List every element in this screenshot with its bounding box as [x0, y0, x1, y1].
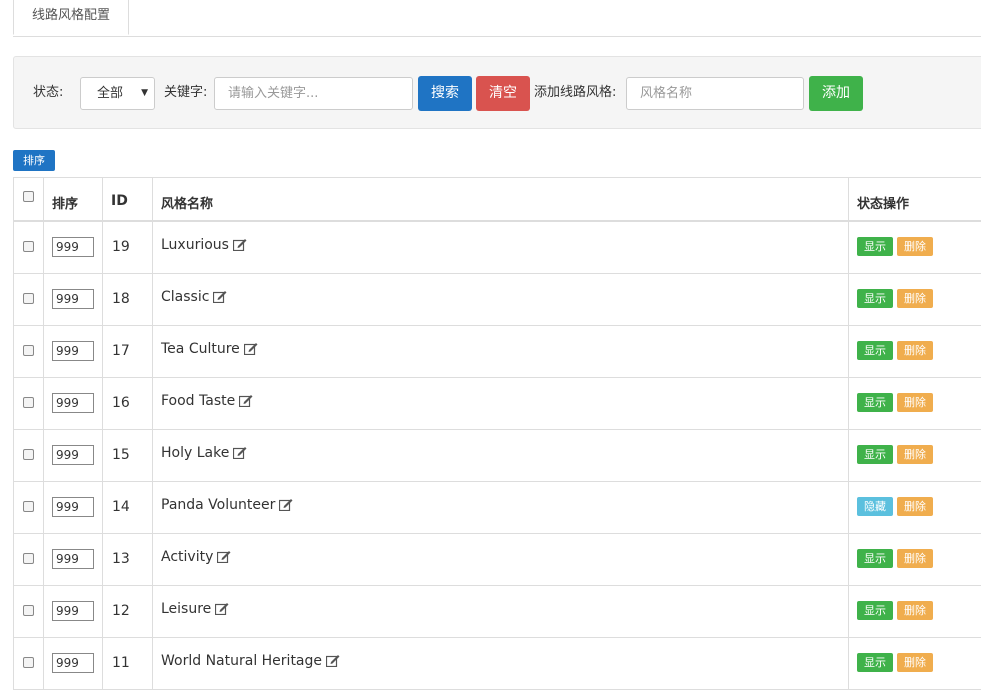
- edit-icon[interactable]: [217, 550, 231, 567]
- filter-panel: 状态: 全部 ▼ 关键字: 请输入关键字... 搜索 清空 添加线路风格: 风格…: [13, 56, 981, 129]
- row-checkbox[interactable]: [23, 397, 34, 408]
- delete-button[interactable]: 删除: [897, 445, 933, 464]
- row-checkbox[interactable]: [23, 657, 34, 668]
- style-name: Luxurious: [161, 237, 229, 253]
- row-checkbox[interactable]: [23, 449, 34, 460]
- table-row: 999 15 Holy Lake 显示 删除: [13, 430, 981, 482]
- order-input[interactable]: 999: [52, 341, 94, 361]
- order-input[interactable]: 999: [52, 653, 94, 673]
- keyword-label: 关键字:: [164, 85, 208, 100]
- table-row: 999 18 Classic 显示 删除: [13, 274, 981, 326]
- edit-icon[interactable]: [279, 498, 293, 515]
- delete-button[interactable]: 删除: [897, 341, 933, 360]
- header-order: 排序: [52, 197, 79, 212]
- style-name: Classic: [161, 289, 210, 305]
- status-toggle-button[interactable]: 隐藏: [857, 497, 893, 516]
- route-style-table: 排序 ID 风格名称 状态操作 999 19 Luxurious 显示 删除 999 18 C…: [13, 177, 981, 690]
- style-name-input[interactable]: 风格名称: [626, 77, 804, 110]
- order-input[interactable]: 999: [52, 393, 94, 413]
- tab-bar: 线路风格配置: [13, 0, 981, 37]
- status-toggle-button[interactable]: 显示: [857, 653, 893, 672]
- row-id: 19: [112, 239, 130, 255]
- row-id: 18: [112, 291, 130, 307]
- search-button[interactable]: 搜索: [418, 76, 472, 111]
- table-row: 999 12 Leisure 显示 删除: [13, 586, 981, 638]
- table-row: 999 17 Tea Culture 显示 删除: [13, 326, 981, 378]
- row-checkbox[interactable]: [23, 345, 34, 356]
- sort-button[interactable]: 排序: [13, 150, 55, 171]
- row-checkbox[interactable]: [23, 501, 34, 512]
- style-name: Activity: [161, 549, 214, 565]
- delete-button[interactable]: 删除: [897, 393, 933, 412]
- row-id: 11: [112, 655, 130, 671]
- table-row: 999 13 Activity 显示 删除: [13, 534, 981, 586]
- order-input[interactable]: 999: [52, 549, 94, 569]
- clear-button[interactable]: 清空: [476, 76, 530, 111]
- add-button[interactable]: 添加: [809, 76, 863, 111]
- header-actions: 状态操作: [857, 197, 910, 212]
- row-checkbox[interactable]: [23, 553, 34, 564]
- table-row: 999 11 World Natural Heritage 显示 删除: [13, 638, 981, 690]
- style-name: Tea Culture: [161, 341, 240, 357]
- status-toggle-button[interactable]: 显示: [857, 549, 893, 568]
- header-style-name: 风格名称: [161, 197, 214, 212]
- status-toggle-button[interactable]: 显示: [857, 393, 893, 412]
- order-input[interactable]: 999: [52, 601, 94, 621]
- delete-button[interactable]: 删除: [897, 289, 933, 308]
- order-input[interactable]: 999: [52, 237, 94, 257]
- add-style-label: 添加线路风格:: [534, 85, 617, 100]
- table-row: 999 14 Panda Volunteer 隐藏 删除: [13, 482, 981, 534]
- style-name: Panda Volunteer: [161, 497, 276, 513]
- status-toggle-button[interactable]: 显示: [857, 341, 893, 360]
- header-id: ID: [111, 193, 128, 209]
- row-id: 15: [112, 447, 130, 463]
- row-checkbox[interactable]: [23, 293, 34, 304]
- order-input[interactable]: 999: [52, 445, 94, 465]
- delete-button[interactable]: 删除: [897, 549, 933, 568]
- order-input[interactable]: 999: [52, 497, 94, 517]
- status-select-value: 全部: [97, 86, 124, 101]
- row-id: 13: [112, 551, 130, 567]
- edit-icon[interactable]: [325, 654, 340, 671]
- style-name: Holy Lake: [161, 445, 230, 461]
- tab-route-style-config[interactable]: 线路风格配置: [13, 0, 129, 35]
- status-toggle-button[interactable]: 显示: [857, 445, 893, 464]
- table-row: 999 19 Luxurious 显示 删除: [13, 222, 981, 274]
- table-header-row: 排序 ID 风格名称 状态操作: [13, 178, 981, 222]
- status-toggle-button[interactable]: 显示: [857, 289, 893, 308]
- row-id: 14: [112, 499, 130, 515]
- status-select[interactable]: 全部 ▼: [80, 77, 155, 110]
- table-row: 999 16 Food Taste 显示 删除: [13, 378, 981, 430]
- edit-icon[interactable]: [213, 290, 227, 307]
- status-toggle-button[interactable]: 显示: [857, 237, 893, 256]
- delete-button[interactable]: 删除: [897, 497, 933, 516]
- status-label: 状态:: [33, 85, 64, 100]
- order-input[interactable]: 999: [52, 289, 94, 309]
- keyword-input[interactable]: 请输入关键字...: [214, 77, 413, 110]
- edit-icon[interactable]: [243, 342, 258, 359]
- delete-button[interactable]: 删除: [897, 601, 933, 620]
- edit-icon[interactable]: [233, 446, 247, 463]
- row-checkbox[interactable]: [23, 605, 34, 616]
- edit-icon[interactable]: [232, 238, 247, 255]
- dropdown-arrow-icon: ▼: [141, 88, 148, 98]
- style-name: World Natural Heritage: [161, 653, 323, 669]
- delete-button[interactable]: 删除: [897, 653, 933, 672]
- style-name: Leisure: [161, 601, 212, 617]
- edit-icon[interactable]: [215, 602, 229, 619]
- status-toggle-button[interactable]: 显示: [857, 601, 893, 620]
- row-id: 16: [112, 395, 130, 411]
- row-checkbox[interactable]: [23, 241, 34, 252]
- edit-icon[interactable]: [239, 394, 253, 411]
- delete-button[interactable]: 删除: [897, 237, 933, 256]
- style-name: Food Taste: [161, 393, 236, 409]
- row-id: 17: [112, 343, 130, 359]
- select-all-checkbox[interactable]: [23, 191, 34, 202]
- row-id: 12: [112, 603, 130, 619]
